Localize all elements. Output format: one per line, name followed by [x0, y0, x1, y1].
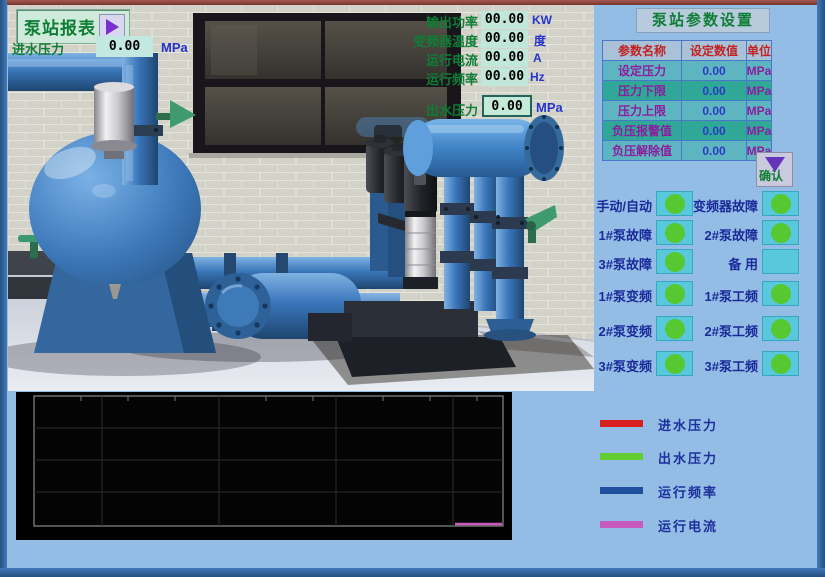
param-value-cell[interactable]: 0.00 [682, 101, 746, 120]
status-label: 变频器故障 [662, 196, 758, 215]
status-label: 1#泵工频 [662, 286, 758, 305]
status-label: 2#泵故障 [662, 225, 758, 244]
inlet-pressure-label: 进水压力 [12, 39, 64, 58]
confirm-button[interactable]: 确认 [756, 152, 793, 187]
legend-label: 运行频率 [658, 482, 718, 501]
param-value-cell[interactable]: 0.00 [682, 141, 746, 160]
param-table: 参数名称 设定数值 单位 设定压力 0.00 MPa 压力下限 0.00 MPa… [602, 40, 772, 161]
run-frequency-label: 运行频率 [388, 69, 478, 88]
frame-border-left [0, 0, 7, 577]
param-col-unit: 单位 [747, 41, 771, 60]
param-value-cell[interactable]: 0.00 [682, 61, 746, 80]
status-label: 手动/自动 [568, 196, 652, 215]
status-label: 3#泵工频 [662, 356, 758, 375]
status-label: 1#泵变频 [568, 286, 652, 305]
legend-swatch-run-frequency [600, 487, 643, 494]
param-name-cell: 设定压力 [603, 61, 681, 80]
params-panel-title: 泵站参数设置 [636, 8, 770, 33]
inverter-temp-unit: 度 [534, 32, 546, 49]
status-row: 1#泵故障 2#泵故障 [568, 220, 802, 246]
inverter-temp-value: 00.00 [481, 30, 528, 48]
status-row: 3#泵变频 3#泵工频 [568, 351, 802, 377]
discharge-manifold [403, 115, 564, 181]
param-value-cell[interactable]: 0.00 [682, 81, 746, 100]
status-indicator [762, 351, 799, 376]
trend-chart [16, 392, 512, 540]
run-frequency-value: 00.00 [481, 68, 528, 86]
frame-border-bottom [0, 568, 825, 577]
report-button-label: 泵站报表 [24, 14, 96, 39]
param-unit-cell: MPa [747, 121, 771, 140]
hmi-screen: 泵站报表 进水压力 0.00 MPa 输出功率 00.00 KW 变频器温度 0… [0, 0, 825, 577]
status-indicator [762, 316, 799, 341]
param-unit-cell: MPa [747, 61, 771, 80]
legend-swatch-inlet-pressure [600, 420, 643, 427]
output-power-unit: KW [532, 13, 552, 27]
status-row: 3#泵故障 备 用 [568, 249, 802, 275]
legend-item: 运行电流 [600, 517, 810, 533]
param-unit-cell: MPa [747, 101, 771, 120]
lamp-icon [771, 223, 791, 243]
air-vent-cylinder [91, 82, 137, 159]
run-current-value: 00.00 [481, 49, 528, 67]
param-col-name: 参数名称 [603, 41, 681, 60]
param-value-cell[interactable]: 0.00 [682, 121, 746, 140]
output-power-label: 输出功率 [388, 12, 478, 31]
param-unit-cell: MPa [747, 81, 771, 100]
outlet-pressure-value: 0.00 [482, 95, 532, 117]
outlet-pressure-label: 出水压力 [388, 100, 478, 119]
output-power-value: 00.00 [481, 11, 528, 29]
param-name-cell: 压力下限 [603, 81, 681, 100]
pump-barrel-silver [403, 211, 438, 289]
legend-label: 运行电流 [658, 516, 718, 535]
confirm-button-label: 确认 [759, 167, 783, 184]
status-indicator [762, 249, 799, 274]
status-label: 3#泵故障 [568, 254, 652, 273]
run-frequency-unit: Hz [530, 70, 545, 84]
lamp-icon [771, 284, 791, 304]
param-col-value: 设定数值 [682, 41, 746, 60]
legend-item: 出水压力 [600, 449, 810, 465]
status-indicator [762, 220, 799, 245]
lamp-icon [771, 354, 791, 374]
param-name-cell: 负压报警值 [603, 121, 681, 140]
status-label: 1#泵故障 [568, 225, 652, 244]
legend-swatch-outlet-pressure [600, 453, 643, 460]
status-row: 手动/自动 变频器故障 [568, 191, 802, 217]
trend-chart-plot [16, 392, 512, 540]
outlet-pressure-unit: MPa [536, 100, 563, 115]
inlet-pressure-value: 0.00 [96, 36, 153, 57]
status-indicator [762, 281, 799, 306]
run-current-unit: A [533, 51, 542, 65]
legend-label: 出水压力 [658, 448, 718, 467]
status-row: 2#泵变频 2#泵工频 [568, 316, 802, 342]
status-row: 1#泵变频 1#泵工频 [568, 281, 802, 307]
status-label: 2#泵变频 [568, 321, 652, 340]
legend-item: 运行频率 [600, 483, 810, 499]
frame-border-right [817, 0, 825, 577]
legend-label: 进水压力 [658, 415, 718, 434]
legend-swatch-run-current [600, 521, 643, 528]
status-label: 3#泵变频 [568, 356, 652, 375]
lamp-icon [771, 319, 791, 339]
param-name-cell: 压力上限 [603, 101, 681, 120]
status-indicator [762, 191, 799, 216]
run-current-label: 运行电流 [388, 50, 478, 69]
status-label: 2#泵工频 [662, 321, 758, 340]
inlet-pressure-unit: MPa [161, 40, 188, 55]
inverter-temp-label: 变频器温度 [388, 31, 478, 50]
param-name-cell: 负压解除值 [603, 141, 681, 160]
legend-item: 进水压力 [600, 416, 810, 432]
status-label: 备 用 [662, 254, 758, 273]
lamp-icon [771, 194, 791, 214]
